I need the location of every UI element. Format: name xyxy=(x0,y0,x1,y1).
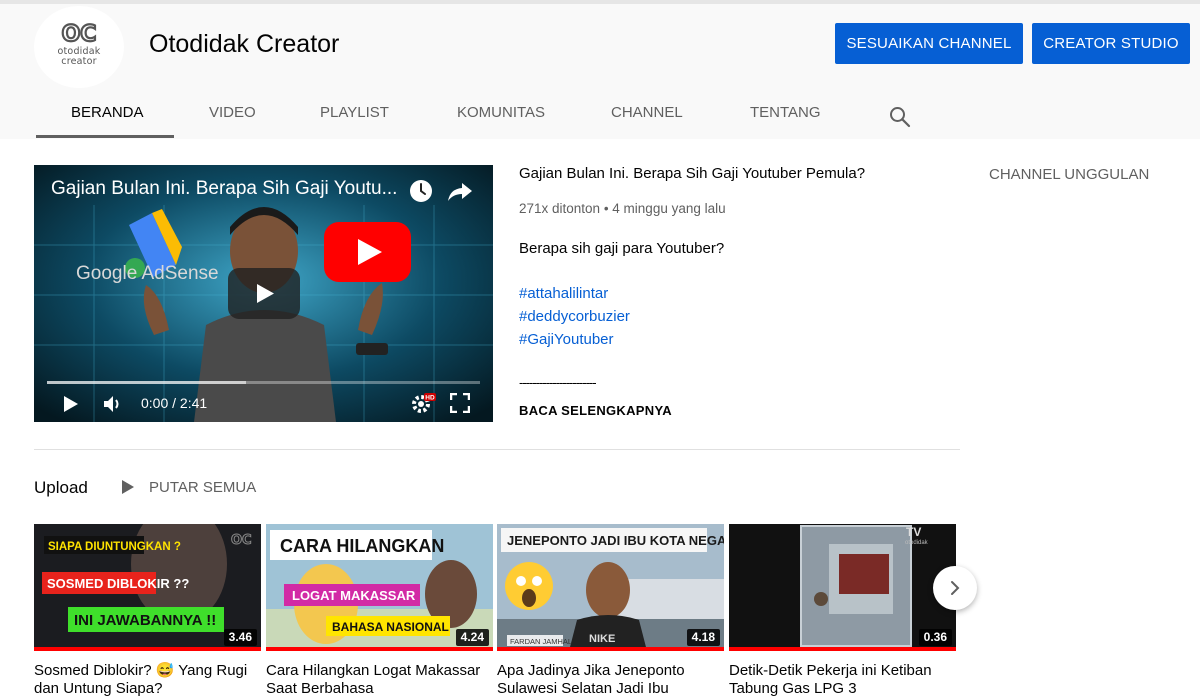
youtube-logo-icon xyxy=(324,222,411,282)
channel-logo-mark: OC xyxy=(60,22,97,44)
active-tab-indicator xyxy=(36,135,174,138)
next-videos-button[interactable] xyxy=(933,566,977,610)
channel-avatar[interactable]: OC otodidak creator xyxy=(34,6,124,88)
upload-section-title[interactable]: Upload xyxy=(34,478,88,498)
video-thumbnail[interactable]: CARA HILANGKAN LOGAT MAKASSAR BAHASA NAS… xyxy=(266,524,493,651)
play-all-icon[interactable] xyxy=(121,479,135,495)
video-title[interactable]: Cara Hilangkan Logat Makassar Saat Berba… xyxy=(266,662,490,698)
video-title[interactable]: Detik-Detik Pekerja ini Ketiban Tabung G… xyxy=(729,662,953,698)
svg-text:JENEPONTO JADI IBU KOTA NEGARA: JENEPONTO JADI IBU KOTA NEGARA xyxy=(507,533,724,548)
tab-beranda[interactable]: BERANDA xyxy=(71,104,144,121)
watched-progress-bar xyxy=(497,647,724,651)
play-all-button[interactable]: PUTAR SEMUA xyxy=(149,479,256,496)
svg-text:SOSMED DIBLOKIR ??: SOSMED DIBLOKIR ?? xyxy=(47,576,189,591)
watched-progress-bar xyxy=(266,647,493,651)
featured-video-title[interactable]: Gajian Bulan Ini. Berapa Sih Gaji Youtub… xyxy=(519,165,865,182)
logo-text-line2: creator xyxy=(61,56,97,67)
tab-video[interactable]: VIDEO xyxy=(209,104,256,121)
video-player[interactable]: Google AdSense Gajian Bulan Ini. Berapa … xyxy=(34,165,493,422)
svg-text:SIAPA DIUNTUNGKAN ?: SIAPA DIUNTUNGKAN ? xyxy=(48,541,181,553)
video-thumbnail[interactable]: TV otodidak 0.36 xyxy=(729,524,956,651)
hashtag-link[interactable]: #attahalilintar xyxy=(519,285,608,302)
video-thumbnail[interactable]: SIAPA DIUNTUNGKAN ? SOSMED DIBLOKIR ?? I… xyxy=(34,524,261,651)
volume-icon[interactable] xyxy=(102,394,124,414)
video-title[interactable]: Sosmed Diblokir? 😅 Yang Rugi dan Untung … xyxy=(34,662,258,698)
svg-text:OC: OC xyxy=(62,22,97,44)
clock-icon[interactable] xyxy=(409,179,433,203)
video-title[interactable]: Apa Jadinya Jika Jeneponto Sulawesi Sela… xyxy=(497,662,721,698)
featured-video-description: Berapa sih gaji para Youtuber? xyxy=(519,240,725,257)
hashtag-link[interactable]: #deddycorbuzier xyxy=(519,308,630,325)
watched-progress-bar xyxy=(34,647,261,651)
watched-progress-bar xyxy=(729,647,956,651)
customize-channel-button[interactable]: SESUAIKAN CHANNEL xyxy=(835,23,1023,64)
channel-name: Otodidak Creator xyxy=(149,30,340,58)
svg-text:BAHASA NASIONAL: BAHASA NASIONAL xyxy=(332,620,449,634)
svg-text:NIKE: NIKE xyxy=(589,633,615,645)
featured-channels-heading: CHANNEL UNGGULAN xyxy=(989,166,1150,183)
fullscreen-icon[interactable] xyxy=(450,393,470,413)
section-divider xyxy=(34,449,960,450)
tab-playlist[interactable]: PLAYLIST xyxy=(320,104,389,121)
svg-text:FARDAN JAMHAL: FARDAN JAMHAL xyxy=(510,637,572,646)
video-duration: 4.18 xyxy=(686,629,720,646)
svg-text:OC: OC xyxy=(231,533,252,548)
featured-video-meta: 271x ditonton • 4 minggu yang lalu xyxy=(519,201,726,216)
player-overlay-title[interactable]: Gajian Bulan Ini. Berapa Sih Gaji Youtu.… xyxy=(51,178,397,200)
play-icon[interactable] xyxy=(62,394,80,414)
svg-text:CARA HILANGKAN: CARA HILANGKAN xyxy=(280,536,444,556)
video-thumbnail[interactable]: JENEPONTO JADI IBU KOTA NEGARA FARDAN JA… xyxy=(497,524,724,651)
description-separator: ----------------------- xyxy=(519,375,597,390)
time-display: 0:00 / 2:41 xyxy=(141,395,208,411)
progress-buffered xyxy=(47,381,247,384)
read-more-button[interactable]: BACA SELENGKAPNYA xyxy=(519,403,672,418)
video-duration: 3.46 xyxy=(223,629,257,646)
svg-text:TV: TV xyxy=(906,525,921,539)
tab-komunitas[interactable]: KOMUNITAS xyxy=(457,104,545,121)
share-icon[interactable] xyxy=(447,180,473,204)
creator-studio-button[interactable]: CREATOR STUDIO xyxy=(1032,23,1190,64)
svg-text:otodidak: otodidak xyxy=(905,540,929,546)
channel-header: OC otodidak creator Otodidak Creator SES… xyxy=(0,4,1200,139)
search-icon[interactable] xyxy=(888,105,912,129)
hashtag-link[interactable]: #GajiYoutuber xyxy=(519,331,614,348)
svg-text:HD: HD xyxy=(425,395,435,402)
svg-text:INI JAWABANNYA !!: INI JAWABANNYA !! xyxy=(74,612,216,629)
chevron-right-icon xyxy=(951,581,960,595)
large-play-icon[interactable] xyxy=(228,268,300,319)
video-duration: 4.24 xyxy=(455,629,489,646)
svg-text:Google AdSense: Google AdSense xyxy=(76,263,219,284)
tab-tentang[interactable]: TENTANG xyxy=(750,104,821,121)
tab-channel[interactable]: CHANNEL xyxy=(611,104,683,121)
video-duration: 0.36 xyxy=(918,629,952,646)
settings-icon[interactable]: HD xyxy=(410,391,436,415)
svg-text:LOGAT MAKASSAR: LOGAT MAKASSAR xyxy=(292,588,416,603)
